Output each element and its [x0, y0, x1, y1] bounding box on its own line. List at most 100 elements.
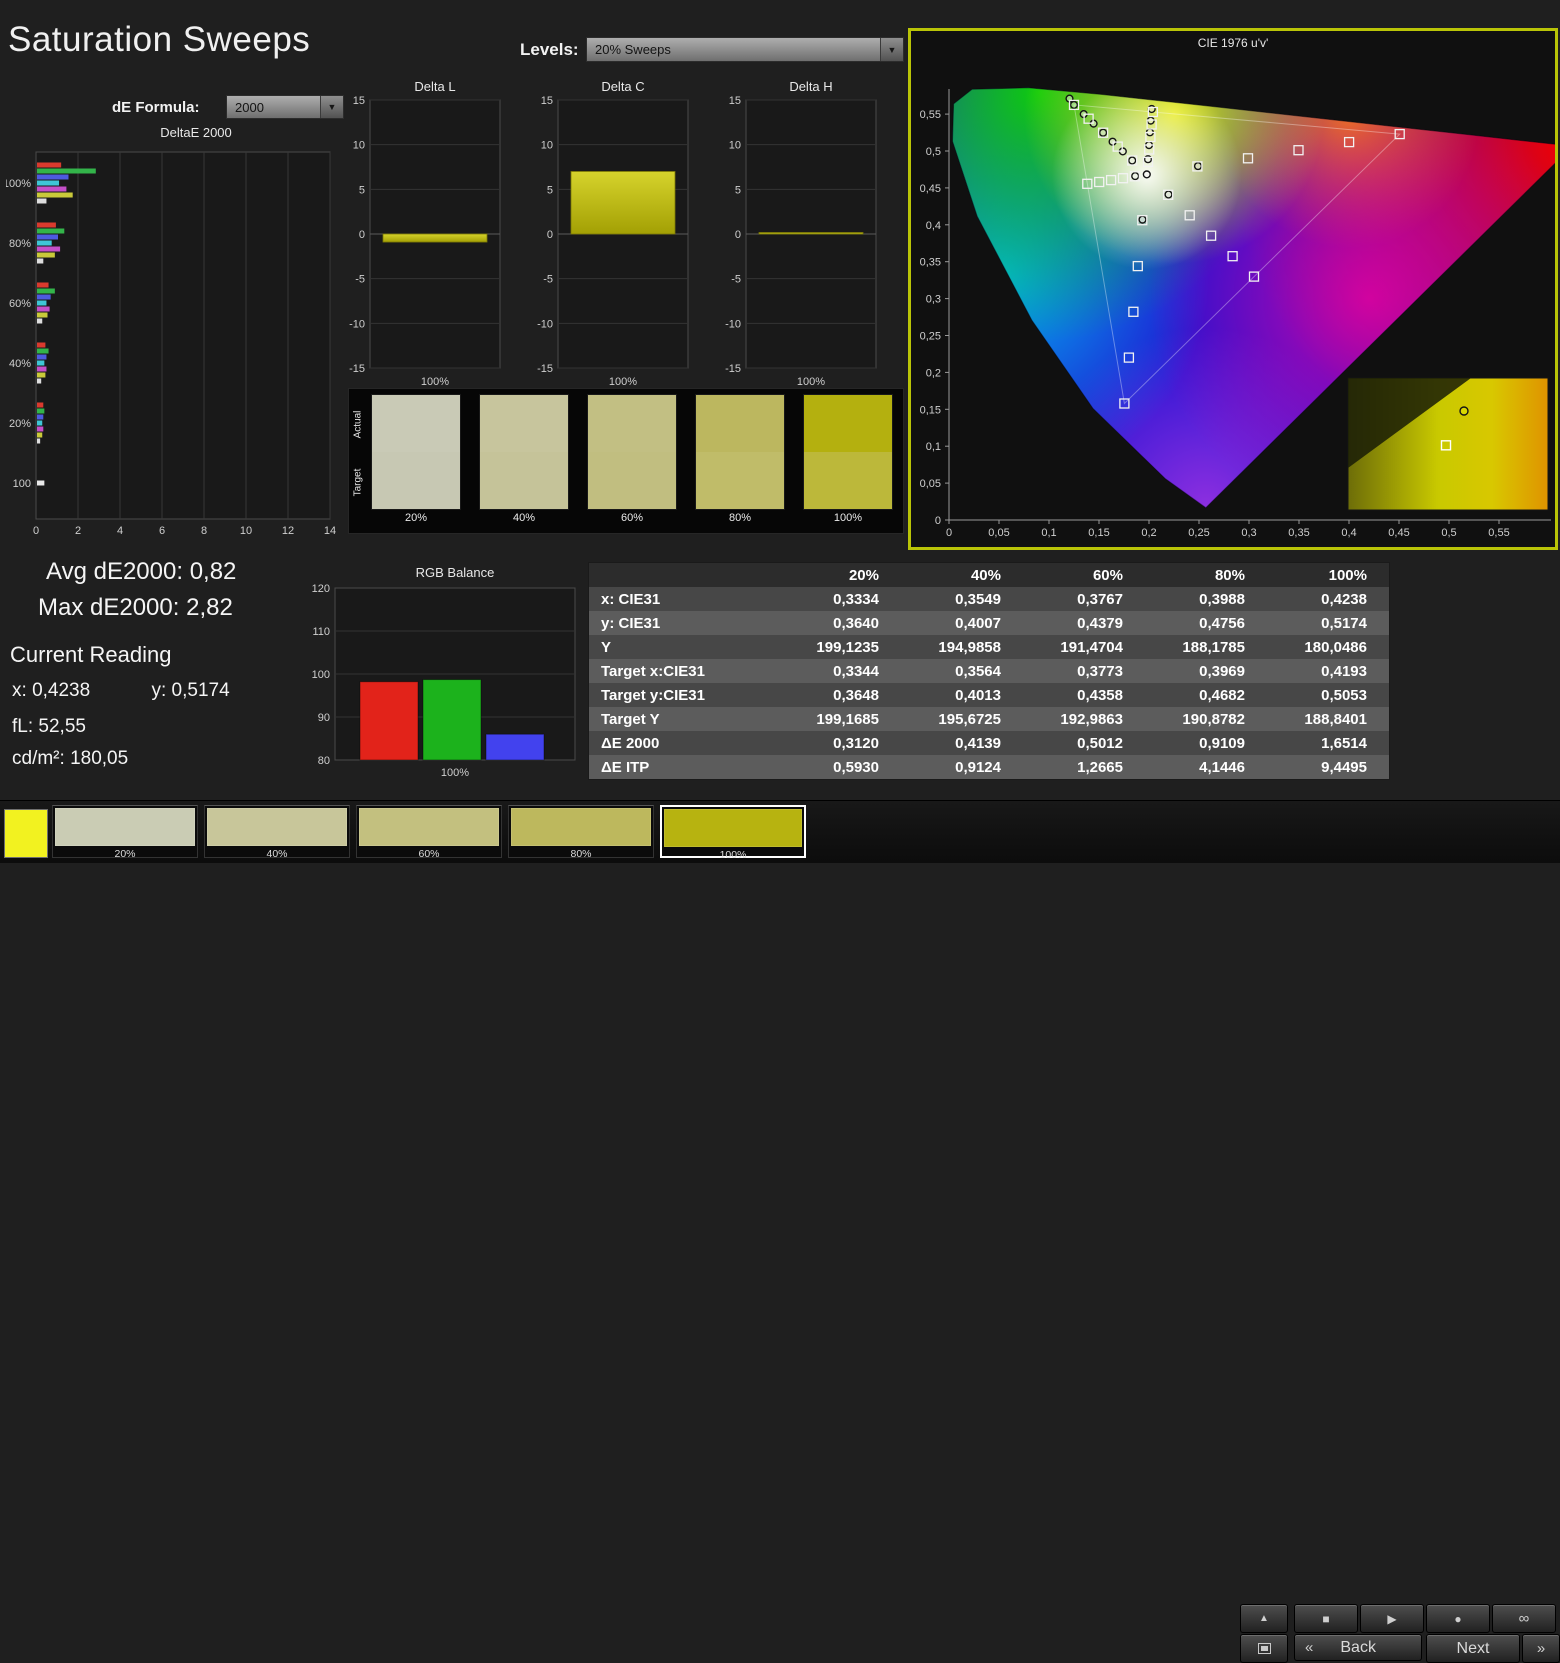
swatch-label: 80% — [695, 512, 785, 524]
deltae2000-chart-panel[interactable]: DeltaE 2000 02468101214100%80%60%40%20%1… — [6, 124, 342, 536]
table-col-header: 60% — [1023, 563, 1145, 588]
patch-tile[interactable]: 40% — [204, 805, 350, 858]
svg-text:0,4: 0,4 — [1341, 527, 1356, 539]
patch-sequence: 20% 40% 60%80%100% — [0, 801, 1560, 863]
window-button[interactable] — [1240, 1634, 1288, 1663]
svg-text:100%: 100% — [609, 376, 637, 388]
actual-target-swatch — [587, 394, 677, 510]
svg-text:15: 15 — [541, 96, 553, 107]
de-bar — [37, 283, 49, 288]
de-bar — [37, 481, 44, 486]
max-de2000-value: 2,82 — [186, 594, 233, 621]
de-bar — [37, 169, 96, 174]
svg-text:0,55: 0,55 — [1488, 527, 1509, 539]
patch-tile[interactable]: 60% — [356, 805, 502, 858]
svg-text:0,3: 0,3 — [1241, 527, 1256, 539]
svg-text:100%: 100% — [6, 178, 31, 190]
delta-bar — [571, 171, 675, 234]
svg-text:0,45: 0,45 — [920, 183, 941, 195]
swatch-label: 20% — [371, 512, 461, 524]
delta-c-chart-panel[interactable]: Delta C 151050-5-10-15100% — [528, 78, 698, 390]
current-reading-heading: Current Reading — [10, 642, 171, 668]
svg-text:100%: 100% — [441, 767, 469, 779]
svg-text:5: 5 — [359, 184, 365, 196]
de-bar — [37, 355, 46, 360]
patch-color — [207, 808, 347, 846]
table-cell: 188,8401 — [1267, 707, 1390, 731]
de-formula-dropdown[interactable]: 2000 ▼ — [226, 95, 344, 119]
table-corner — [589, 563, 780, 588]
loop-button[interactable]: ∞ — [1492, 1604, 1556, 1633]
de-bar — [37, 241, 52, 246]
table-col-header: 40% — [901, 563, 1023, 588]
actual-swatch — [804, 395, 892, 452]
svg-text:0: 0 — [33, 525, 39, 534]
de-bar — [37, 163, 61, 168]
svg-text:0,4: 0,4 — [926, 220, 941, 232]
stop-button[interactable]: ■ — [1294, 1604, 1358, 1633]
patch-color — [55, 808, 195, 846]
levels-dropdown[interactable]: 20% Sweeps ▼ — [586, 37, 904, 62]
svg-text:10: 10 — [729, 140, 741, 152]
next-chevron-button[interactable]: » — [1522, 1634, 1560, 1663]
x-label: x: — [12, 680, 27, 701]
deltae2000-chart-title: DeltaE 2000 — [6, 124, 296, 142]
patch-tile[interactable]: 80% — [508, 805, 654, 858]
table-row-label: Y — [589, 635, 780, 659]
svg-text:15: 15 — [729, 96, 741, 107]
play-button[interactable]: ▶ — [1360, 1604, 1424, 1633]
table-cell: 0,4139 — [901, 731, 1023, 755]
back-button[interactable]: « Back — [1294, 1634, 1422, 1661]
svg-text:15: 15 — [353, 96, 365, 107]
svg-text:120: 120 — [312, 583, 330, 595]
measured-point — [1132, 173, 1139, 180]
svg-text:0,3: 0,3 — [926, 294, 941, 306]
table-cell: 0,3640 — [779, 611, 901, 635]
chevron-down-icon[interactable]: ▼ — [880, 38, 903, 61]
table-row-label: x: CIE31 — [589, 587, 780, 611]
scroll-up-button[interactable]: ▲ — [1240, 1604, 1288, 1633]
window-icon — [1258, 1643, 1271, 1654]
chevron-right-icon: » — [1537, 1640, 1545, 1657]
actual-target-swatch — [695, 394, 785, 510]
target-swatch — [480, 452, 568, 509]
cie-diagram-panel[interactable]: 00,050,10,150,20,250,30,350,40,450,50,55… — [908, 28, 1558, 550]
patch-tile[interactable]: 20% — [52, 805, 198, 858]
table-row: Target Y199,1685195,6725192,9863190,8782… — [589, 707, 1390, 731]
de-bar — [37, 175, 69, 180]
svg-text:0,25: 0,25 — [1188, 527, 1209, 539]
swatch-label: 60% — [587, 512, 677, 524]
svg-text:2: 2 — [75, 525, 81, 534]
patch-tile[interactable]: 100% — [660, 805, 806, 858]
svg-text:12: 12 — [282, 525, 294, 534]
table-cell: 0,4756 — [1145, 611, 1267, 635]
measured-point — [1100, 129, 1107, 136]
table-cell: 0,9109 — [1145, 731, 1267, 755]
next-button[interactable]: Next — [1426, 1634, 1520, 1663]
delta-l-chart-panel[interactable]: Delta L 151050-5-10-15100% — [340, 78, 510, 390]
cdm2-value: 180,05 — [70, 748, 128, 769]
de-formula-dropdown-value: 2000 — [235, 100, 264, 115]
table-row: Target y:CIE310,36480,40130,43580,46820,… — [589, 683, 1390, 707]
table-cell: 0,4682 — [1145, 683, 1267, 707]
de-bar — [37, 367, 46, 372]
actual-swatch — [480, 395, 568, 452]
patch-label: 40% — [205, 848, 349, 860]
rgb-balance-chart-panel[interactable]: RGB Balance 1201101009080100% — [305, 564, 585, 780]
svg-text:0,2: 0,2 — [1141, 527, 1156, 539]
de-bar — [37, 247, 60, 252]
delta-h-chart-panel[interactable]: Delta H 151050-5-10-15100% — [716, 78, 886, 390]
svg-text:0,35: 0,35 — [1288, 527, 1309, 539]
xy-reading: x: 0,4238 y: 0,5174 — [12, 680, 230, 702]
swatch-strip-items: 20%40%60%80%100% — [349, 389, 903, 533]
de-bar — [37, 409, 44, 414]
record-icon: ● — [1454, 1612, 1461, 1626]
measured-point — [1148, 106, 1155, 113]
de-bar — [37, 439, 40, 444]
table-cell: 0,4379 — [1023, 611, 1145, 635]
svg-text:-5: -5 — [543, 274, 553, 286]
de-bar — [37, 295, 51, 300]
svg-text:0,5: 0,5 — [1441, 527, 1456, 539]
record-button[interactable]: ● — [1426, 1604, 1490, 1633]
actual-swatch — [588, 395, 676, 452]
